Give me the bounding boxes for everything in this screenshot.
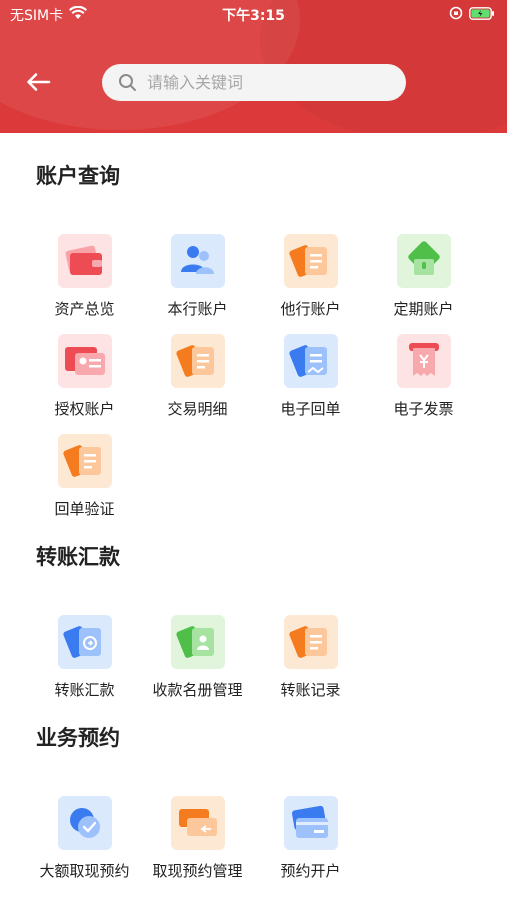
transaction-detail-icon xyxy=(170,334,225,388)
section-title-transfer: 转账汇款 xyxy=(36,545,120,569)
e-receipt-icon xyxy=(283,334,338,388)
orientation-lock-icon xyxy=(449,6,463,24)
menu-item-label: 转账记录 xyxy=(280,681,341,699)
menu-item-label: 预约开户 xyxy=(280,862,341,880)
bank-account-icon xyxy=(170,234,225,288)
menu-item-label: 取现预约管理 xyxy=(152,862,243,880)
menu-item-label: 资产总览 xyxy=(54,300,115,318)
menu-item-e-receipt[interactable]: 电子回单 xyxy=(254,334,367,424)
menu-item-label: 收款名册管理 xyxy=(152,681,243,699)
menu-item-payee-list[interactable]: 收款名册管理 xyxy=(141,615,254,705)
menu-item-bank-account[interactable]: 本行账户 xyxy=(141,234,254,324)
header: 无SIM卡 下午3:15 xyxy=(0,0,507,133)
status-time: 下午3:15 xyxy=(222,8,285,24)
menu-item-fixed-deposit[interactable]: 定期账户 xyxy=(367,234,480,324)
section-title-account-query: 账户查询 xyxy=(36,164,120,188)
search-icon xyxy=(119,74,136,91)
menu-item-withdrawal-manage[interactable]: 取现预约管理 xyxy=(141,796,254,886)
menu-item-label: 大额取现预约 xyxy=(39,862,130,880)
search-bar[interactable] xyxy=(102,64,406,101)
open-account-icon xyxy=(283,796,338,850)
menu-item-transfer-record[interactable]: 转账记录 xyxy=(254,615,367,705)
menu-item-open-account[interactable]: 预约开户 xyxy=(254,796,367,886)
asset-overview-icon xyxy=(57,234,112,288)
menu-item-label: 授权账户 xyxy=(54,400,115,418)
menu-item-label: 本行账户 xyxy=(167,300,228,318)
back-button[interactable] xyxy=(22,66,54,98)
fixed-deposit-icon xyxy=(396,234,451,288)
menu-item-receipt-verify[interactable]: 回单验证 xyxy=(28,434,141,524)
menu-item-large-withdrawal[interactable]: 大额取现预约 xyxy=(28,796,141,886)
search-input[interactable] xyxy=(147,73,377,92)
menu-item-asset-overview[interactable]: 资产总览 xyxy=(28,234,141,324)
transfer-icon xyxy=(57,615,112,669)
transfer-record-icon xyxy=(283,615,338,669)
menu-item-e-invoice[interactable]: 电子发票 xyxy=(367,334,480,424)
status-bar: 无SIM卡 下午3:15 xyxy=(0,0,507,28)
menu-item-label: 他行账户 xyxy=(280,300,341,318)
section-title-appointment: 业务预约 xyxy=(36,726,120,750)
e-invoice-icon xyxy=(396,334,451,388)
menu-item-label: 定期账户 xyxy=(393,300,454,318)
menu-item-label: 电子发票 xyxy=(393,400,454,418)
menu-item-label: 回单验证 xyxy=(54,500,115,518)
withdrawal-manage-icon xyxy=(170,796,225,850)
other-bank-account-icon xyxy=(283,234,338,288)
menu-item-other-bank-account[interactable]: 他行账户 xyxy=(254,234,367,324)
menu-item-authorized-account[interactable]: 授权账户 xyxy=(28,334,141,424)
authorized-account-icon xyxy=(57,334,112,388)
payee-list-icon xyxy=(170,615,225,669)
receipt-verify-icon xyxy=(57,434,112,488)
battery-icon xyxy=(469,6,495,24)
menu-item-label: 交易明细 xyxy=(167,400,228,418)
menu-item-label: 转账汇款 xyxy=(54,681,115,699)
arrow-left-icon xyxy=(27,73,51,91)
menu-item-label: 电子回单 xyxy=(280,400,341,418)
large-withdrawal-icon xyxy=(57,796,112,850)
menu-item-transaction-detail[interactable]: 交易明细 xyxy=(141,334,254,424)
menu-item-transfer[interactable]: 转账汇款 xyxy=(28,615,141,705)
